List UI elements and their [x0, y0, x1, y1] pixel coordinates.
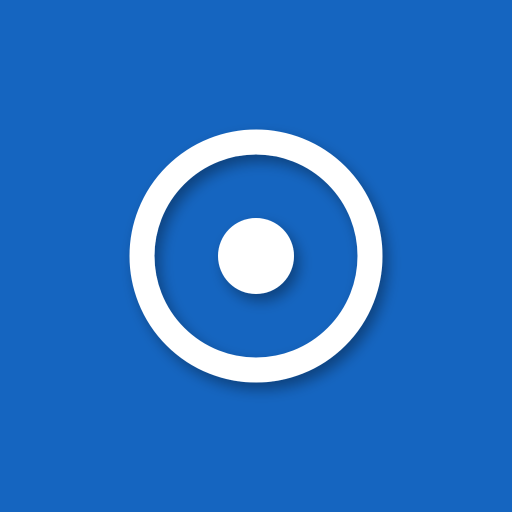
- inner-dot: [218, 218, 294, 294]
- radio-button-checked-icon: [0, 0, 512, 512]
- app-icon-tile: [0, 0, 512, 512]
